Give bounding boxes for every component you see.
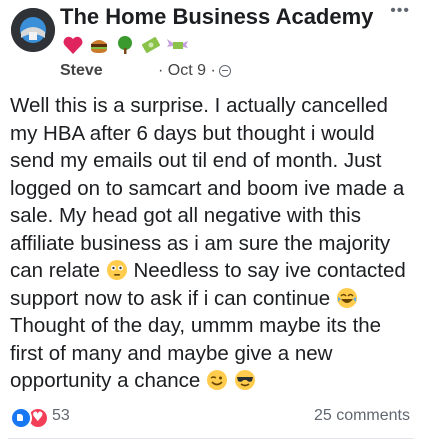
title-emoji-row xyxy=(62,32,188,58)
group-avatar[interactable] xyxy=(11,8,55,52)
reaction-count[interactable]: 53 xyxy=(52,407,70,425)
more-options-icon[interactable]: ••• xyxy=(390,2,410,20)
globe-icon xyxy=(218,65,231,77)
post-footer: 53 25 comments xyxy=(8,404,414,430)
tree-icon xyxy=(118,36,132,54)
author-name[interactable]: Steve xyxy=(60,62,103,80)
post-body: Well this is a surprise. I actually canc… xyxy=(10,92,415,395)
money-icon xyxy=(141,37,161,53)
hamburger-icon xyxy=(91,40,107,53)
post-header: The Home Business Academy ••• Steve · Oc… xyxy=(8,2,414,80)
reaction-icons[interactable] xyxy=(10,407,49,429)
post-date[interactable]: · Oct 9 · xyxy=(158,62,231,80)
comment-count[interactable]: 25 comments xyxy=(314,407,410,425)
like-icon xyxy=(10,407,32,429)
wink-face-icon xyxy=(207,370,228,390)
heart-icon xyxy=(63,36,83,54)
footer-divider xyxy=(8,438,414,439)
flushed-face-icon xyxy=(106,260,127,280)
group-name[interactable]: The Home Business Academy xyxy=(60,4,373,30)
post-date-text[interactable]: · Oct 9 · xyxy=(158,62,216,80)
sunglasses-face-icon xyxy=(234,370,255,390)
money-wings-icon xyxy=(167,39,188,49)
post-text-part-1: Well this is a surprise. I actually canc… xyxy=(10,94,405,282)
joy-face-icon xyxy=(336,287,357,308)
post-text-part-3: Thought of the day, ummm maybe its the f… xyxy=(10,314,382,392)
